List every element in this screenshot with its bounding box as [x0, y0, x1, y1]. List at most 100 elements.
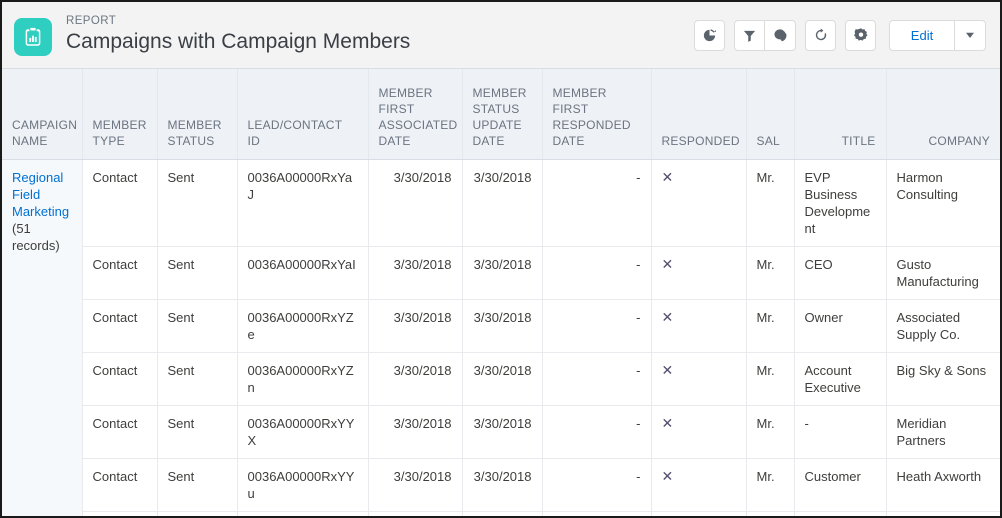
- edit-menu-button[interactable]: [955, 19, 986, 51]
- gear-icon: [853, 28, 867, 41]
- add-chart-button[interactable]: [694, 19, 725, 51]
- member-status-cell: Sent: [157, 246, 238, 300]
- status-update-date-cell: 3/30/2018: [462, 458, 543, 512]
- sal-cell: Mr.: [746, 159, 795, 247]
- report-table-container[interactable]: CAMPAIGN NAME MEMBER TYPE MEMBER STATUS …: [2, 68, 1000, 516]
- column-header-title[interactable]: TITLE: [794, 69, 887, 160]
- table-row: Contact Sent 0036A00000RxYZn 3/30/2018 3/30/…: [2, 352, 1000, 406]
- conditional-formatting-button[interactable]: [765, 19, 796, 51]
- campaign-name-link[interactable]: Regional Field Marketing: [12, 170, 69, 219]
- company-cell: Associated Supply Co.: [886, 299, 1000, 353]
- first-responded-date-cell: -: [542, 159, 652, 247]
- responded-false-icon: ✕: [661, 414, 674, 431]
- company-cell: Kari Rende: [886, 511, 1000, 516]
- report-title-block: REPORT Campaigns with Campaign Members: [66, 14, 694, 56]
- responded-cell: ✕: [651, 159, 747, 247]
- first-associated-date-cell: 3/30/2018: [368, 511, 463, 516]
- filters-button[interactable]: [734, 19, 765, 51]
- sal-cell: Mr.: [746, 405, 795, 459]
- group-record-count: (51 records): [12, 220, 60, 253]
- column-header-member-status[interactable]: MEMBER STATUS: [157, 69, 238, 160]
- table-row: Contact Sent 0036A00000RxYaI 3/30/2018 3/30/…: [2, 246, 1000, 300]
- table-row: ContactSent0036A00000RxYaX3/30/20183/30/…: [2, 511, 1000, 516]
- table-row: Regional Field Marketing (51 records) Cont…: [2, 159, 1000, 516]
- member-type-cell: Contact: [82, 511, 158, 516]
- filter-format-button-group: [734, 19, 796, 51]
- column-header-member-first-responded-date[interactable]: MEMBER FIRST RESPONDED DATE: [542, 69, 652, 160]
- report-settings-button[interactable]: [845, 19, 876, 51]
- first-responded-date-cell: -: [542, 352, 652, 406]
- member-status-cell: Sent: [157, 405, 238, 459]
- responded-cell: ✕: [651, 299, 747, 353]
- responded-cell: ✕: [651, 352, 747, 406]
- table-row: Contact Sent 0036A00000RxYYu 3/30/2018 3/30/…: [2, 458, 1000, 512]
- responded-cell: ✕: [651, 458, 747, 512]
- report-toolbar: Edit: [694, 19, 986, 51]
- sal-cell: Mr.: [746, 299, 795, 353]
- status-update-date-cell: 3/30/2018: [462, 299, 543, 353]
- column-header-member-status-update-date[interactable]: MEMBER STATUS UPDATE DATE: [462, 69, 543, 160]
- member-status-cell: Sent: [157, 458, 238, 512]
- funnel-filter-icon: [743, 30, 756, 42]
- sal-cell: Mr.: [746, 246, 795, 300]
- title-cell: Owner: [794, 299, 887, 353]
- edit-button[interactable]: Edit: [889, 19, 955, 51]
- status-update-date-cell: 3/30/2018: [462, 405, 543, 459]
- column-header-member-first-associated-date[interactable]: MEMBER FIRST ASSOCIATED DATE: [368, 69, 463, 160]
- responded-cell: ✕: [651, 511, 747, 516]
- first-responded-date-cell: -: [542, 246, 652, 300]
- edit-button-group: Edit: [889, 19, 986, 51]
- first-associated-date-cell: 3/30/2018: [368, 458, 463, 512]
- company-cell: Harmon Consulting: [886, 159, 1000, 247]
- member-status-cell: Sent: [157, 352, 238, 406]
- responded-false-icon: ✕: [661, 255, 674, 272]
- color-swatch-icon: [774, 29, 787, 42]
- refresh-button[interactable]: [805, 19, 836, 51]
- report-clipboard-chart-icon: [14, 18, 52, 56]
- status-update-date-cell: 3/30/2018: [462, 511, 543, 516]
- table-row: Contact Sent 0036A00000RxYZe 3/30/2018 3/30/…: [2, 299, 1000, 353]
- title-cell: -: [794, 405, 887, 459]
- lead-contact-id-cell: 0036A00000RxYaX: [237, 511, 369, 516]
- responded-false-icon: ✕: [661, 467, 674, 484]
- table-header-row: CAMPAIGN NAME MEMBER TYPE MEMBER STATUS …: [2, 69, 1000, 160]
- responded-false-icon: ✕: [661, 361, 674, 378]
- first-responded-date-cell: -: [542, 511, 652, 516]
- column-header-responded[interactable]: RESPONDED: [651, 69, 747, 160]
- column-header-lead-contact-id[interactable]: LEAD/CONTACT ID: [237, 69, 369, 160]
- company-cell: Big Sky & Sons: [886, 352, 1000, 406]
- first-responded-date-cell: -: [542, 458, 652, 512]
- first-associated-date-cell: 3/30/2018: [368, 299, 463, 353]
- report-table: CAMPAIGN NAME MEMBER TYPE MEMBER STATUS …: [2, 69, 1000, 516]
- title-cell: EVP Business Development: [794, 159, 887, 247]
- column-header-campaign-name[interactable]: CAMPAIGN NAME: [2, 69, 83, 160]
- title-cell: Customer: [794, 458, 887, 512]
- member-type-cell: Contact: [82, 299, 158, 353]
- member-type-cell: Contact: [82, 159, 158, 247]
- lead-contact-id-cell: 0036A00000RxYaJ: [237, 159, 369, 247]
- lead-contact-id-cell: 0036A00000RxYYu: [237, 458, 369, 512]
- responded-cell: ✕: [651, 405, 747, 459]
- report-type-eyebrow: REPORT: [66, 15, 117, 27]
- first-associated-date-cell: 3/30/2018: [368, 159, 463, 247]
- first-associated-date-cell: 3/30/2018: [368, 405, 463, 459]
- report-table-body: Regional Field Marketing (51 records) Cont…: [2, 159, 1000, 516]
- first-associated-date-cell: 3/30/2018: [368, 246, 463, 300]
- column-header-member-type[interactable]: MEMBER TYPE: [82, 69, 158, 160]
- member-status-cell: Sent: [157, 159, 238, 247]
- column-header-sal[interactable]: SAL: [746, 69, 795, 160]
- member-type-cell: Contact: [82, 458, 158, 512]
- responded-false-icon: ✕: [661, 308, 674, 325]
- lead-contact-id-cell: 0036A00000RxYYX: [237, 405, 369, 459]
- table-row: Contact Sent 0036A00000RxYYX 3/30/2018 3/30/…: [2, 405, 1000, 459]
- member-status-cell: Sent: [157, 299, 238, 353]
- responded-false-icon: ✕: [661, 168, 674, 185]
- company-cell: Heath Axworth: [886, 458, 1000, 512]
- first-associated-date-cell: 3/30/2018: [368, 352, 463, 406]
- responded-cell: ✕: [651, 246, 747, 300]
- first-responded-date-cell: -: [542, 405, 652, 459]
- company-cell: Gusto Manufacturing: [886, 246, 1000, 300]
- column-header-company[interactable]: COMPANY: [886, 69, 1000, 160]
- member-type-cell: Contact: [82, 246, 158, 300]
- member-type-cell: Contact: [82, 405, 158, 459]
